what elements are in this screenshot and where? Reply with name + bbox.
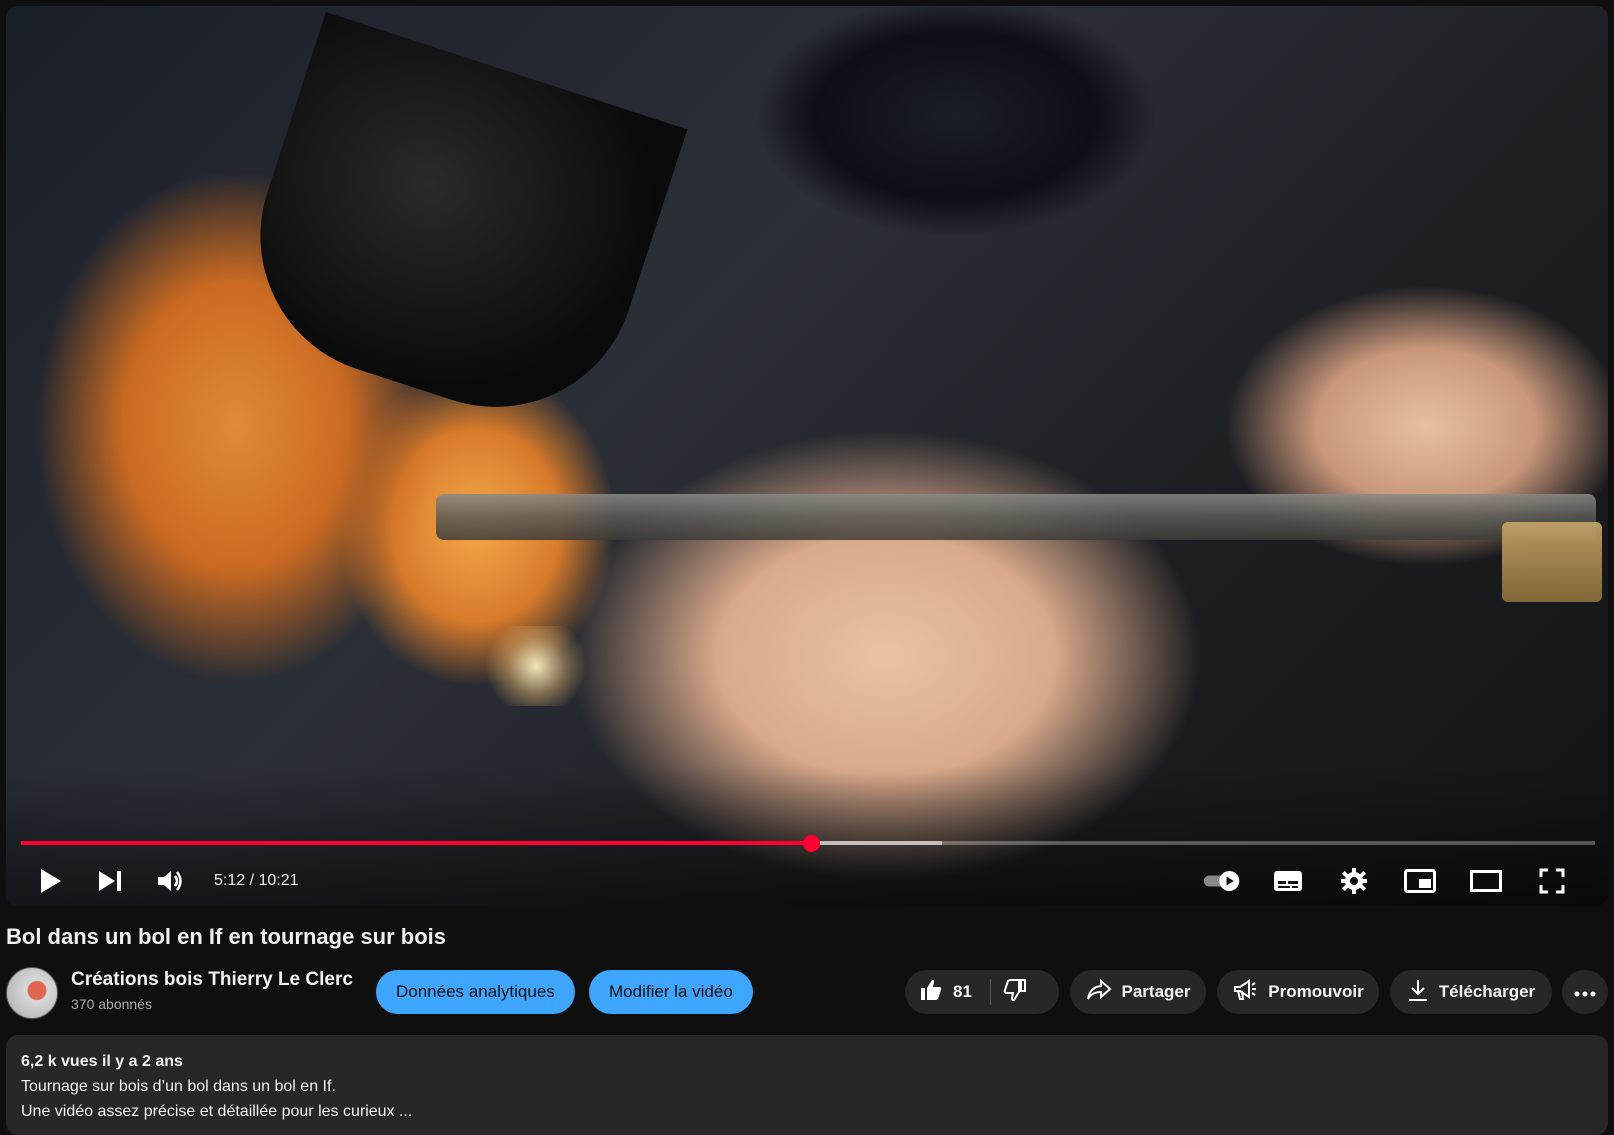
video-title: Bol dans un bol en If en tournage sur bo… [6,924,447,949]
thumbs-down-icon [1003,978,1027,1007]
share-label: Partager [1121,982,1191,1001]
like-button[interactable]: 81 [905,970,972,1014]
channel-name[interactable]: Créations bois Thierry Le Clerc [71,969,353,991]
share-icon [1086,978,1112,1006]
fullscreen-icon[interactable] [1532,861,1572,901]
megaphone-icon [1232,978,1258,1007]
like-dislike-group: 81 [905,970,1059,1014]
description-box[interactable]: 6,2 k vues il y a 2 ans Tournage sur boi… [6,1035,1608,1135]
volume-icon[interactable] [150,861,190,901]
more-horizontal-icon [1574,982,1596,1002]
download-button[interactable]: Télécharger [1390,970,1552,1014]
dislike-button[interactable] [1003,970,1027,1014]
progress-scrubber[interactable] [803,834,821,852]
time-display: 5:12 / 10:21 [214,872,299,889]
settings-gear-icon[interactable] [1334,861,1374,901]
next-icon[interactable] [90,861,130,901]
miniplayer-icon[interactable] [1400,861,1440,901]
promote-button[interactable]: Promouvoir [1217,970,1379,1014]
channel-avatar[interactable] [6,967,58,1019]
player-controls-left: 5:12 / 10:21 [30,861,299,901]
analytics-button[interactable]: Données analytiques [376,970,575,1014]
promote-label: Promouvoir [1268,982,1364,1001]
theater-mode-icon[interactable] [1466,861,1506,901]
progress-bar[interactable] [21,834,1595,852]
view-count-date: 6,2 k vues il y a 2 ans [21,1053,183,1070]
description-line-2: Une vidéo assez précise et détaillée pou… [21,1103,413,1120]
like-count: 81 [953,982,972,1001]
video-frame-highlight [476,626,596,706]
subtitles-icon[interactable] [1268,861,1308,901]
video-frame-tool-handle [1502,522,1602,602]
thumbs-up-icon [919,978,943,1007]
edit-video-button[interactable]: Modifier la vidéo [589,970,753,1014]
progress-played [21,841,812,845]
play-icon[interactable] [30,861,70,901]
subscriber-count: 370 abonnés [71,996,152,1012]
more-actions-button[interactable] [1562,970,1608,1014]
video-frame-tool [436,494,1596,540]
share-button[interactable]: Partager [1070,970,1206,1014]
player-controls-right [1202,861,1572,901]
like-divider [989,979,991,1005]
description-line-1: Tournage sur bois d’un bol dans un bol e… [21,1078,336,1095]
video-frame-lathe-part [224,12,688,444]
download-label: Télécharger [1438,982,1536,1001]
autoplay-toggle-icon[interactable] [1202,861,1242,901]
video-player[interactable]: 5:12 / 10:21 [6,6,1608,906]
download-icon [1407,978,1429,1007]
